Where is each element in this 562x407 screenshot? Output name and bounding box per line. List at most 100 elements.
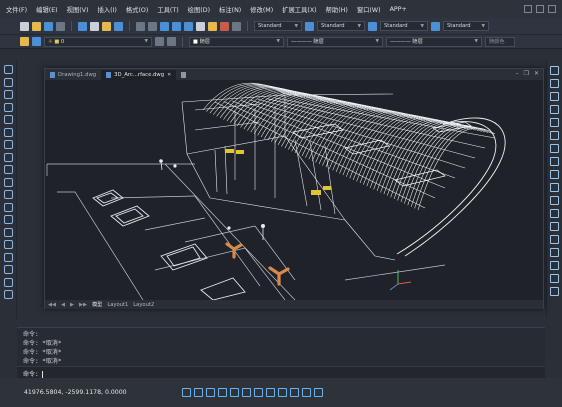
close-drawing-icon[interactable]: ✕ xyxy=(534,70,539,77)
dimension-style-icon[interactable] xyxy=(368,21,377,31)
hatch-tool-icon[interactable] xyxy=(3,240,13,249)
properties-icon[interactable] xyxy=(196,21,205,31)
tab-model[interactable]: 模型 xyxy=(92,301,102,308)
menu-express-tools[interactable]: 扩展工具(X) xyxy=(282,5,316,14)
layer-manager-icon[interactable] xyxy=(20,37,29,46)
new-file-icon[interactable] xyxy=(20,21,29,31)
calculator-icon[interactable] xyxy=(232,21,241,31)
save-icon[interactable] xyxy=(44,21,53,31)
open-file-icon[interactable] xyxy=(32,21,41,31)
rectangle-tool-icon[interactable] xyxy=(3,115,13,124)
tab-layout1[interactable]: Layout1 xyxy=(107,302,128,308)
command-input[interactable]: 命令: xyxy=(17,366,545,378)
array-tool-icon[interactable] xyxy=(550,118,559,127)
menu-format[interactable]: 格式(O) xyxy=(126,5,148,14)
make-block-icon[interactable] xyxy=(3,215,13,224)
ortho-mode-icon[interactable] xyxy=(206,388,215,397)
ellipse-arc-icon[interactable] xyxy=(3,190,13,199)
object-snap-icon[interactable] xyxy=(230,388,239,397)
menu-file[interactable]: 文件(F) xyxy=(6,5,27,14)
offset-tool-icon[interactable] xyxy=(550,105,559,114)
paste-icon[interactable] xyxy=(102,21,111,31)
tab-3d-architecture[interactable]: 3D_Arc...rface.dwg ✕ xyxy=(101,70,177,80)
snap-mode-icon[interactable] xyxy=(182,388,191,397)
color-select[interactable]: ■ 随层 ▼ xyxy=(189,36,284,47)
menu-help[interactable]: 帮助(H) xyxy=(326,5,348,14)
menu-window[interactable]: 窗口(W) xyxy=(357,5,381,14)
dimension-style-select[interactable]: Standard ▼ xyxy=(317,21,365,31)
multileader-style-select[interactable]: Standard ▼ xyxy=(443,21,489,31)
insert-block-icon[interactable] xyxy=(3,202,13,212)
object-snap-tracking-icon[interactable] xyxy=(242,388,251,397)
prev-tab-icon[interactable]: ◀ xyxy=(61,302,65,308)
minimize-drawing-icon[interactable]: – xyxy=(516,70,519,77)
grid-display-icon[interactable] xyxy=(194,388,203,397)
annotation-scale-icon[interactable] xyxy=(314,388,323,397)
table-tool-icon[interactable] xyxy=(3,277,13,287)
close-icon[interactable] xyxy=(548,5,556,13)
polyline-tool-icon[interactable] xyxy=(3,90,13,99)
point-tool-icon[interactable] xyxy=(3,227,13,237)
linetype-select[interactable]: ———— 随层 ▼ xyxy=(287,36,383,47)
restore-icon[interactable] xyxy=(536,5,544,13)
move-tool-icon[interactable] xyxy=(550,131,559,140)
new-tab-button[interactable] xyxy=(176,70,191,80)
table-style-select[interactable]: Standard ▼ xyxy=(380,21,428,31)
match-properties-icon[interactable] xyxy=(114,21,123,31)
menu-modify[interactable]: 修改(M) xyxy=(250,5,273,14)
rotate-tool-icon[interactable] xyxy=(550,144,559,153)
erase-tool-icon[interactable] xyxy=(550,66,559,75)
ellipse-tool-icon[interactable] xyxy=(3,177,13,187)
first-tab-icon[interactable]: ◀◀ xyxy=(48,302,56,308)
pan-icon[interactable] xyxy=(160,21,169,31)
break-at-point-icon[interactable] xyxy=(550,209,559,218)
menu-view[interactable]: 视图(V) xyxy=(67,5,89,14)
tab-layout2[interactable]: Layout2 xyxy=(133,302,154,308)
design-center-icon[interactable] xyxy=(208,21,217,31)
next-tab-icon[interactable]: ▶ xyxy=(70,302,74,308)
copy-icon[interactable] xyxy=(90,21,99,31)
dynamic-ucs-icon[interactable] xyxy=(254,388,263,397)
layer-previous-icon[interactable] xyxy=(167,37,176,46)
menu-edit[interactable]: 编辑(E) xyxy=(36,5,58,14)
multiline-text-icon[interactable] xyxy=(3,290,13,299)
redo-icon[interactable] xyxy=(148,21,157,31)
transparency-icon[interactable] xyxy=(290,388,299,397)
last-tab-icon[interactable]: ▶▶ xyxy=(79,302,87,308)
fillet-tool-icon[interactable] xyxy=(550,261,559,270)
mirror-tool-icon[interactable] xyxy=(550,92,559,101)
chamfer-tool-icon[interactable] xyxy=(550,248,559,257)
polygon-tool-icon[interactable] xyxy=(3,102,13,112)
menu-app[interactable]: APP+ xyxy=(390,6,407,13)
blend-curves-icon[interactable] xyxy=(550,274,559,283)
region-tool-icon[interactable] xyxy=(3,265,13,274)
gradient-tool-icon[interactable] xyxy=(3,252,13,262)
table-style-icon[interactable] xyxy=(431,21,440,31)
menu-insert[interactable]: 插入(I) xyxy=(97,5,116,14)
stretch-tool-icon[interactable] xyxy=(550,170,559,179)
close-tab-icon[interactable]: ✕ xyxy=(167,72,171,78)
break-tool-icon[interactable] xyxy=(550,222,559,231)
revision-cloud-icon[interactable] xyxy=(3,152,13,162)
construction-line-icon[interactable] xyxy=(3,77,13,87)
menu-dimension[interactable]: 标注(N) xyxy=(219,5,241,14)
layer-state-icon[interactable] xyxy=(32,37,41,46)
explode-tool-icon[interactable] xyxy=(550,287,559,296)
trim-tool-icon[interactable] xyxy=(550,183,559,192)
lineweight-display-icon[interactable] xyxy=(278,388,287,397)
zoom-window-icon[interactable] xyxy=(184,21,193,31)
menu-tools[interactable]: 工具(T) xyxy=(157,5,178,14)
lineweight-select[interactable]: ———— 随层 ▼ xyxy=(386,36,482,47)
tab-drawing1[interactable]: Drawing1.dwg xyxy=(45,70,101,80)
text-style-select[interactable]: Standard ▼ xyxy=(254,21,302,31)
minimize-icon[interactable] xyxy=(524,5,532,13)
model-space-canvas[interactable] xyxy=(45,80,543,300)
layer-select[interactable]: ☼ ■ 0 ▼ xyxy=(44,36,152,47)
zoom-icon[interactable] xyxy=(172,21,181,31)
extend-tool-icon[interactable] xyxy=(550,196,559,205)
restore-drawing-icon[interactable]: ❐ xyxy=(524,70,529,77)
join-tool-icon[interactable] xyxy=(550,235,559,244)
dynamic-input-icon[interactable] xyxy=(266,388,275,397)
selection-cycling-icon[interactable] xyxy=(302,388,311,397)
line-tool-icon[interactable] xyxy=(3,65,13,74)
